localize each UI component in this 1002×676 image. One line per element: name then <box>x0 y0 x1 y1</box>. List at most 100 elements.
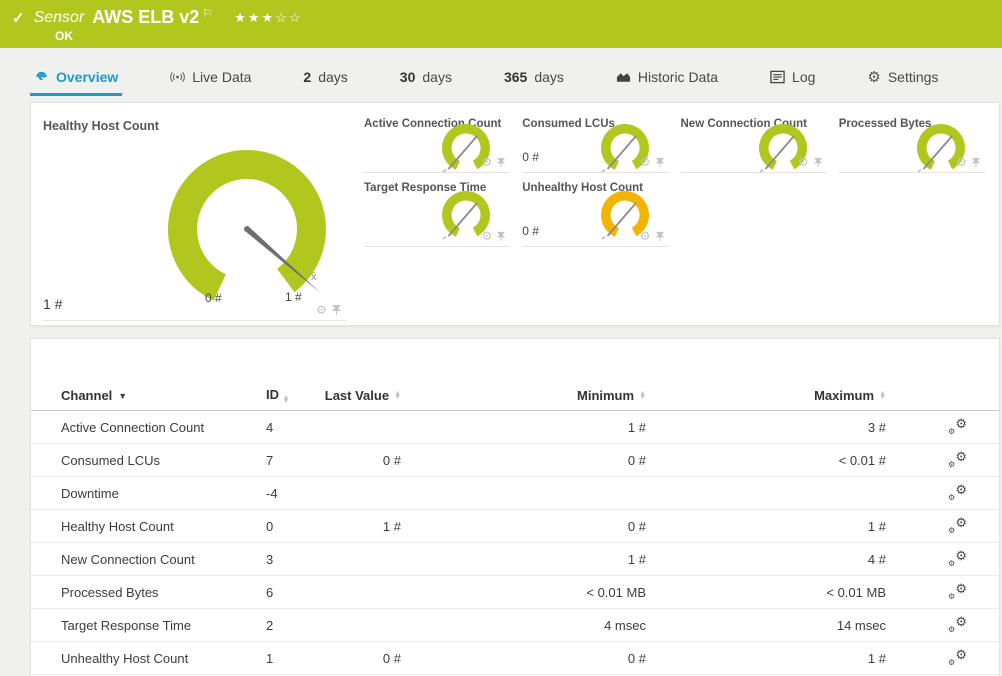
column-header-id[interactable]: ID ▲ ▼ <box>266 387 316 405</box>
channel-settings-icon[interactable]: ⚙ ⚙ <box>948 516 967 535</box>
pin-icon[interactable] <box>971 157 981 168</box>
star-filled-icon[interactable]: ★ <box>234 10 248 25</box>
gauge-current-value: 0 # <box>522 224 539 238</box>
channel-id: 7 <box>266 452 274 468</box>
tab-2-days[interactable]: 2 days <box>299 61 351 96</box>
column-header-channel[interactable]: Channel ▼ <box>61 388 266 403</box>
channel-id: 2 <box>266 617 274 633</box>
pin-icon[interactable] <box>331 304 342 316</box>
column-header-minimum[interactable]: Minimum ▲ ▼ <box>401 388 646 403</box>
tab-number: 30 <box>399 69 416 85</box>
channel-settings-icon[interactable]: ⚙ ⚙ <box>948 582 967 601</box>
channel-minimum: 0 # <box>627 518 646 534</box>
channel-name-link[interactable]: Target Response Time <box>61 618 191 633</box>
star-filled-icon[interactable]: ★ <box>248 10 262 25</box>
channel-name-link[interactable]: Consumed LCUs <box>61 453 160 468</box>
channel-settings-gear-icon[interactable]: ⚙ <box>640 230 651 242</box>
channel-maximum: 14 msec <box>836 617 886 633</box>
pin-icon[interactable] <box>496 231 506 242</box>
channel-maximum: 3 # <box>867 419 886 435</box>
channel-minimum: < 0.01 MB <box>586 584 646 600</box>
channel-settings-icon[interactable]: ⚙ ⚙ <box>948 450 967 469</box>
channel-minimum: 1 # <box>627 551 646 567</box>
sort-icon: ▲ ▼ <box>282 394 290 405</box>
channel-minimum: 0 # <box>627 452 646 468</box>
channel-settings-gear-icon[interactable]: ⚙ <box>640 156 651 168</box>
channel-settings-icon[interactable]: ⚙ ⚙ <box>948 648 967 667</box>
channel-id: 4 <box>266 419 274 435</box>
pin-icon[interactable] <box>655 157 665 168</box>
sort-icon: ▲ ▼ <box>394 389 401 401</box>
tab-log[interactable]: Log <box>766 61 819 96</box>
sensor-status-banner: ✓ Sensor AWS ELB v2 ⚐ ★★★☆☆ OK <box>0 0 1002 48</box>
channel-table-header: Channel ▼ ID ▲ ▼ Last Value ▲ ▼ Minimum ▲ ▼… <box>31 381 999 411</box>
gauge-healthy-host-count: Healthy Host Count 0 # 1 # x̄ 1 # ⚙ <box>43 113 346 321</box>
tab-label: Settings <box>887 69 939 85</box>
channel-settings-icon[interactable]: ⚙ ⚙ <box>948 417 967 436</box>
channel-id: -4 <box>266 485 278 501</box>
gauge-icon <box>36 71 47 81</box>
priority-stars[interactable]: ★★★☆☆ <box>234 10 302 26</box>
channel-minimum: 0 # <box>627 650 646 666</box>
table-row: Downtime -4 ⚙ ⚙ <box>31 477 999 510</box>
tab-label: days <box>318 69 348 85</box>
pin-icon[interactable] <box>813 157 823 168</box>
object-kind-label: Sensor <box>33 8 85 26</box>
tab-live-data[interactable]: Live Data <box>166 61 255 96</box>
gauges-panel: Healthy Host Count 0 # 1 # x̄ 1 # ⚙ Acti… <box>30 102 1000 326</box>
column-header-last-value[interactable]: Last Value ▲ ▼ <box>316 388 401 403</box>
channel-id: 1 <box>266 650 274 666</box>
gauge-consumed-lcus: Consumed LCUs 0 # ⚙ <box>522 113 669 173</box>
channel-name-link[interactable]: Downtime <box>61 486 119 501</box>
pin-icon[interactable] <box>496 157 506 168</box>
tab-365-days[interactable]: 365 days <box>500 61 568 96</box>
tab-number: 2 <box>303 69 312 85</box>
tab-number: 365 <box>503 69 528 85</box>
channel-name-link[interactable]: Active Connection Count <box>61 420 204 435</box>
channel-settings-gear-icon[interactable]: ⚙ <box>316 304 327 316</box>
gauge-unhealthy-host-count: Unhealthy Host Count 0 # ⚙ <box>522 173 669 247</box>
channel-settings-gear-icon[interactable]: ⚙ <box>481 156 492 168</box>
sensor-status-text: OK <box>55 29 73 43</box>
column-label: Last Value <box>324 388 390 403</box>
table-row: Consumed LCUs 7 0 # 0 # < 0.01 # ⚙ ⚙ <box>31 444 999 477</box>
star-empty-icon[interactable]: ☆ <box>275 10 289 25</box>
channel-settings-gear-icon[interactable]: ⚙ <box>956 156 967 168</box>
gauge-processed-bytes: Processed Bytes ⚙ <box>838 113 985 173</box>
tab-historic-data[interactable]: Historic Data <box>612 61 722 96</box>
channel-name-link[interactable]: Processed Bytes <box>61 585 159 600</box>
channel-settings-icon[interactable]: ⚙ ⚙ <box>948 615 967 634</box>
sort-desc-icon: ▼ <box>118 390 128 401</box>
channel-name-link[interactable]: New Connection Count <box>61 552 195 567</box>
tab-settings[interactable]: ⚙ Settings <box>863 61 942 96</box>
small-gauges-grid: Active Connection Count ⚙ Consumed LCUs <box>364 113 985 321</box>
table-row: Unhealthy Host Count 1 0 # 0 # 1 # ⚙ ⚙ <box>31 642 999 675</box>
channel-settings-icon[interactable]: ⚙ ⚙ <box>948 549 967 568</box>
channel-settings-gear-icon[interactable]: ⚙ <box>481 230 492 242</box>
column-header-maximum[interactable]: Maximum ▲ ▼ <box>646 388 886 403</box>
pin-icon[interactable] <box>655 231 665 242</box>
flag-icon[interactable]: ⚐ <box>202 7 212 20</box>
tab-30-days[interactable]: 30 days <box>396 61 456 96</box>
star-filled-icon[interactable]: ★ <box>262 10 276 25</box>
channel-settings-icon[interactable]: ⚙ ⚙ <box>948 483 967 502</box>
table-row: Healthy Host Count 0 1 # 0 # 1 # ⚙ ⚙ <box>31 510 999 543</box>
empty-cell <box>681 173 827 247</box>
column-label: Maximum <box>814 388 875 403</box>
channel-last-value: 0 # <box>382 452 401 468</box>
tab-label: Log <box>792 69 816 85</box>
table-row: Target Response Time 2 4 msec 14 msec ⚙ ⚙ <box>31 609 999 642</box>
tab-label: Overview <box>56 69 119 85</box>
tab-bar: Overview Live Data 2 days 30 days 365 da… <box>0 48 1002 96</box>
empty-cell <box>839 173 985 247</box>
tab-overview[interactable]: Overview <box>30 61 123 96</box>
log-list-icon <box>770 70 785 84</box>
gauge-active-connection-count: Active Connection Count ⚙ <box>364 113 511 173</box>
gauge-current-value: 1 # <box>43 296 63 312</box>
gauge-new-connection-count: New Connection Count ⚙ <box>680 113 827 173</box>
sensor-name: AWS ELB v2 <box>92 7 200 27</box>
channel-name-link[interactable]: Unhealthy Host Count <box>61 651 188 666</box>
channel-settings-gear-icon[interactable]: ⚙ <box>798 156 809 168</box>
channel-name-link[interactable]: Healthy Host Count <box>61 519 174 534</box>
star-empty-icon[interactable]: ☆ <box>289 10 303 25</box>
